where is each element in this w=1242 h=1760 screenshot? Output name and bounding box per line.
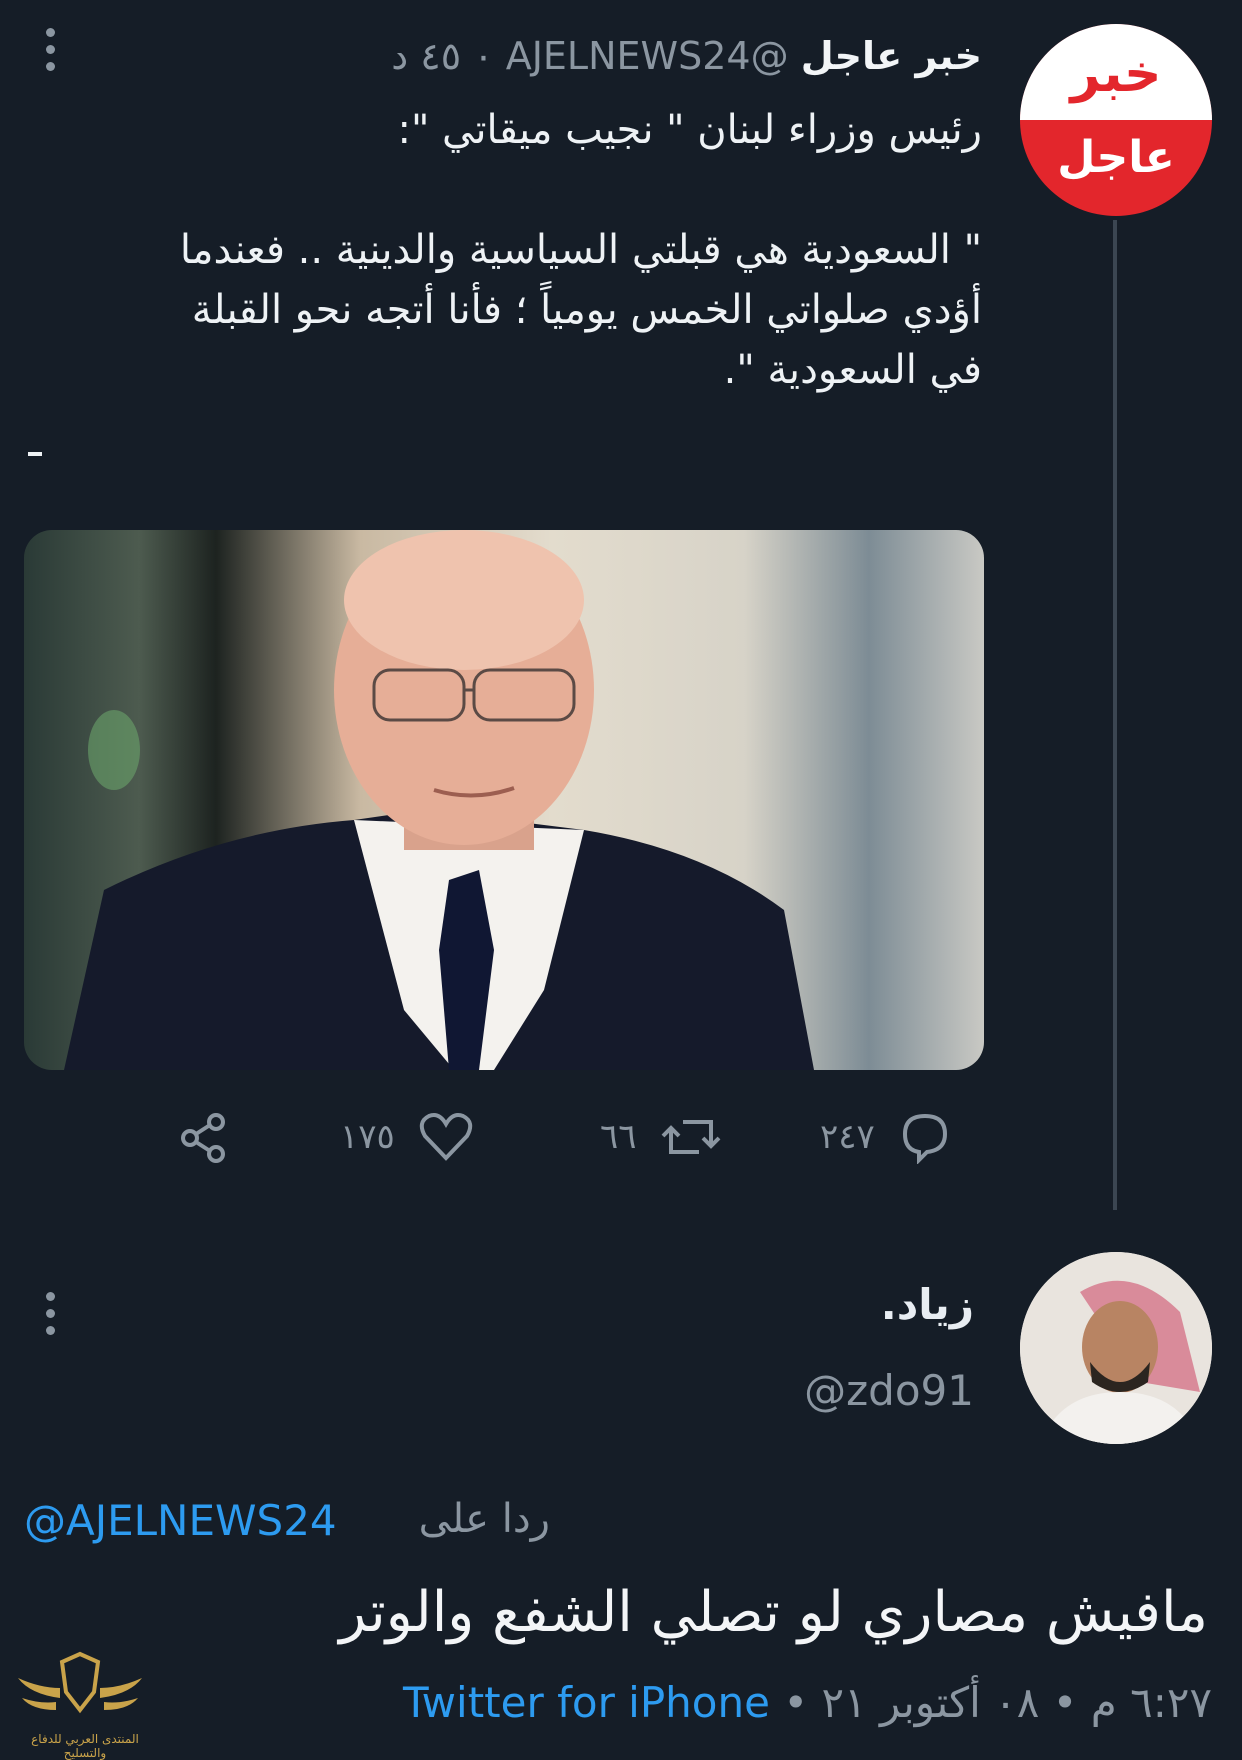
tweet-body-line: " السعودية هي قبلتي السياسية والدينية ..… xyxy=(179,227,982,273)
reply-display-name[interactable]: زياد. xyxy=(881,1280,974,1329)
tweet-body-line xyxy=(42,160,982,220)
tweet-display-name[interactable]: خبر عاجل xyxy=(801,34,982,78)
more-options-icon[interactable] xyxy=(46,28,56,79)
more-options-icon[interactable] xyxy=(46,1292,56,1343)
retweet-icon xyxy=(661,1120,720,1154)
replying-to-link[interactable]: @AJELNEWS24 xyxy=(24,1496,337,1545)
avatar-bottom-text: عاجل xyxy=(1057,132,1175,183)
tweet-actions: ٢٤٧ ٦٦ ١٧٥ xyxy=(0,1110,1242,1170)
reply-handle[interactable]: @zdo91 xyxy=(804,1366,974,1415)
share-action[interactable] xyxy=(176,1110,232,1166)
like-action[interactable]: ١٧٥ xyxy=(340,1110,475,1164)
portrait-illustration xyxy=(64,530,814,1070)
tweet-body-line: أؤدي صلواتي الخمس يومياً ؛ فأنا أتجه نحو… xyxy=(191,287,982,333)
tweet-handle[interactable]: @AJELNEWS24 xyxy=(506,34,789,78)
avatar-top-text: خبر xyxy=(1070,44,1162,104)
watermark-text: المنتدى العربي للدفاع والتسليح xyxy=(31,1732,139,1760)
reply-text: مافيش مصاري لو تصلي الشفع والوتر xyxy=(339,1580,1208,1645)
reply-source-link[interactable]: Twitter for iPhone xyxy=(403,1678,770,1727)
heart-icon xyxy=(419,1113,472,1161)
retweet-count: ٦٦ xyxy=(600,1117,637,1157)
tweet-body-line: رئيس وزراء لبنان " نجيب ميقاتي ": xyxy=(397,107,982,153)
tweet-time: ٠ ٤٥ د xyxy=(391,34,494,78)
thread-line xyxy=(1113,220,1117,1210)
tweet-header: خبر عاجل @AJELNEWS24 ٠ ٤٥ د xyxy=(391,34,982,78)
meta-separator: • xyxy=(783,1678,809,1727)
tweet-body: رئيس وزراء لبنان " نجيب ميقاتي ": " السع… xyxy=(42,100,982,400)
reply-action[interactable]: ٢٤٧ xyxy=(820,1110,953,1164)
replying-label: ردا على xyxy=(418,1496,550,1542)
dash-mark xyxy=(28,452,42,456)
retweet-action[interactable]: ٦٦ xyxy=(600,1110,723,1164)
reply-count: ٢٤٧ xyxy=(820,1117,875,1157)
tweet-body-line: في السعودية ". xyxy=(723,347,982,393)
like-count: ١٧٥ xyxy=(340,1117,395,1157)
avatar-zdo91[interactable] xyxy=(1020,1252,1212,1444)
reply-timestamp: ٦:٢٧ م • ٠٨ أكتوبر ٢١ xyxy=(821,1678,1212,1727)
reply-bubble-icon xyxy=(902,1113,947,1164)
avatar-photo xyxy=(1020,1252,1212,1444)
avatar-ajel-news[interactable]: خبر عاجل xyxy=(1020,24,1212,216)
forum-watermark: المنتدى العربي للدفاع والتسليح xyxy=(10,1648,150,1760)
wings-shield-logo xyxy=(18,1651,142,1714)
reply-meta: ٦:٢٧ م • ٠٨ أكتوبر ٢١ • Twitter for iPho… xyxy=(403,1678,1212,1727)
tweet-photo[interactable] xyxy=(24,530,984,1070)
share-icon xyxy=(181,1113,225,1163)
